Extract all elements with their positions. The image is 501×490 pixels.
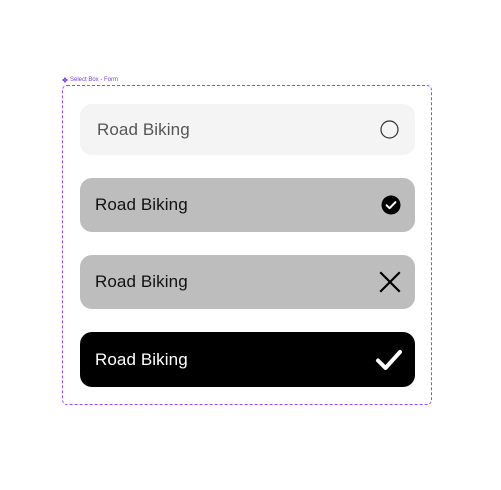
frame-label: Select Box - Form (62, 76, 118, 84)
component-diamond-icon (62, 77, 68, 83)
select-option-remove[interactable]: Road Biking (80, 255, 415, 309)
option-label: Road Biking (97, 119, 190, 139)
circle-outline-icon (380, 120, 399, 139)
option-label: Road Biking (95, 195, 188, 214)
check-circle-filled-icon (381, 195, 401, 215)
select-option-selected[interactable]: Road Biking (80, 178, 415, 232)
select-option-active[interactable]: Road Biking (80, 332, 415, 387)
canvas: Select Box - Form Road Biking Road Bikin… (0, 0, 501, 490)
option-label: Road Biking (95, 349, 188, 369)
select-option-default[interactable]: Road Biking (80, 104, 415, 155)
frame-title: Select Box - Form (70, 77, 119, 83)
checkmark-icon (375, 348, 403, 372)
option-label: Road Biking (95, 272, 188, 291)
close-x-icon[interactable] (378, 270, 402, 294)
